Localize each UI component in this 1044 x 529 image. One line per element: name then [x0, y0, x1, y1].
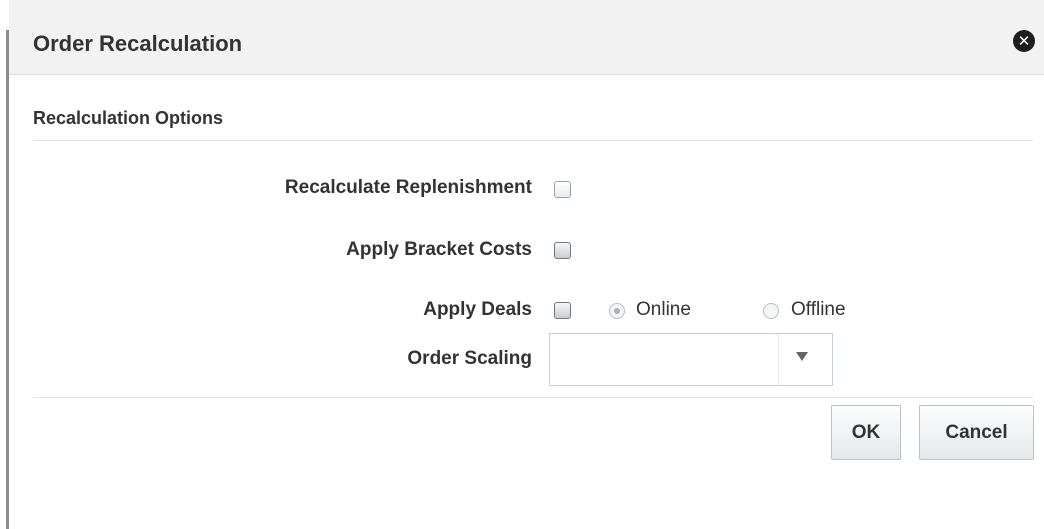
offline-radio-label: Offline [791, 299, 846, 320]
close-icon[interactable]: ✕ [1013, 30, 1035, 52]
order-scaling-label: Order Scaling [407, 348, 532, 369]
order-scaling-select[interactable] [549, 333, 833, 386]
recalculate-replenishment-checkbox[interactable] [554, 181, 571, 198]
order-recalculation-dialog: Order Recalculation ✕ Recalculation Opti… [9, 0, 1044, 529]
recalculate-replenishment-label: Recalculate Replenishment [284, 177, 532, 198]
apply-bracket-costs-label: Apply Bracket Costs [346, 239, 532, 260]
online-radio[interactable] [609, 303, 625, 319]
offline-radio[interactable] [763, 303, 779, 319]
apply-deals-checkbox[interactable] [554, 302, 571, 319]
apply-deals-label: Apply Deals [423, 299, 532, 320]
apply-bracket-costs-checkbox[interactable] [554, 242, 571, 259]
section-title: Recalculation Options [33, 108, 224, 128]
ok-button[interactable]: OK [831, 405, 901, 460]
footer-divider [33, 397, 1033, 398]
chevron-down-icon [796, 352, 808, 361]
select-divider [778, 334, 779, 385]
dialog-title: Order Recalculation [33, 31, 243, 56]
section-divider [33, 140, 1033, 141]
dialog-header: Order Recalculation ✕ [9, 0, 1044, 75]
cancel-button[interactable]: Cancel [919, 405, 1034, 460]
online-radio-label: Online [636, 299, 691, 320]
